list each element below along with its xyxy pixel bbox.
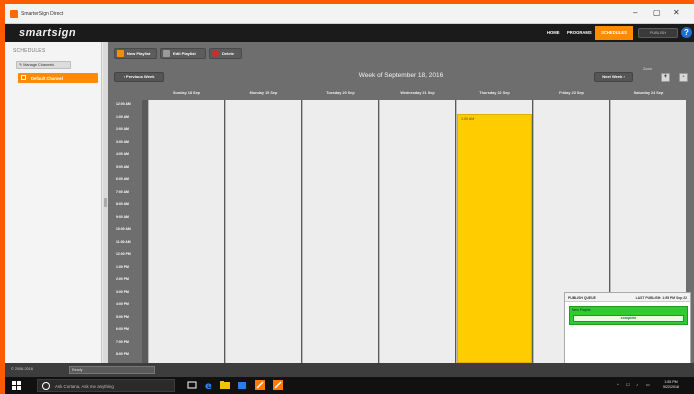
splitter-grip[interactable] — [104, 198, 107, 207]
nav-schedules[interactable]: SCHEDULES — [595, 26, 633, 40]
edge-browser-icon[interactable]: e — [204, 380, 214, 392]
previous-week-button[interactable]: ‹ Previous Week — [114, 72, 164, 82]
time-label: 3:00 AM — [116, 139, 129, 144]
volume-icon[interactable]: ♪ — [636, 382, 638, 387]
sidebar-item-label: Default Channel — [31, 75, 63, 81]
publish-queue-header: PUBLISH QUEUE LAST PUBLISH: 1:55 PM Sep … — [565, 293, 690, 302]
copyright-text: © 2006-2016 — [11, 367, 34, 371]
smartersign-second-icon[interactable] — [273, 380, 283, 390]
delete-icon — [212, 50, 219, 57]
edit-icon — [163, 50, 170, 57]
time-label: 4:00 PM — [116, 302, 129, 306]
app-logo: smartsign — [19, 27, 77, 39]
network-icon[interactable]: ☐ — [626, 382, 630, 387]
add-icon — [117, 50, 124, 57]
minimize-button[interactable]: – — [633, 8, 637, 18]
time-label: 1:00 AM — [116, 114, 129, 119]
next-week-button[interactable]: Next Week › — [594, 72, 633, 82]
day-column[interactable] — [302, 100, 378, 363]
time-label: 11:00 AM — [116, 239, 131, 244]
publish-queue-panel: PUBLISH QUEUE LAST PUBLISH: 1:55 PM Sep … — [564, 292, 691, 372]
help-icon[interactable]: ? — [681, 27, 692, 38]
publish-button[interactable]: PUBLISH — [638, 28, 678, 38]
sidebar-item-default-channel[interactable]: Default Channel — [18, 73, 98, 83]
schedules-sidebar: SCHEDULES ✎ Manage Channels Default Chan… — [5, 42, 102, 363]
day-header: Tuesday 20 Sep — [326, 91, 355, 95]
playlist-event-block[interactable]: 1:00 AM — [457, 113, 532, 363]
nav-programs[interactable]: PROGRAMS — [567, 30, 592, 35]
status-bar: © 2006-2016 Ready — [5, 363, 694, 377]
time-label: 5:00 AM — [116, 164, 129, 169]
channel-icon — [21, 75, 26, 80]
store-icon[interactable] — [237, 380, 247, 390]
time-label: 7:00 PM — [116, 339, 129, 344]
publish-status: complete — [620, 316, 637, 320]
day-header: Sunday 18 Sep — [172, 91, 200, 95]
time-label: 8:00 PM — [116, 352, 129, 356]
edit-playlist-button[interactable]: Edit Playlist — [160, 48, 206, 59]
sidebar-title: SCHEDULES — [13, 48, 46, 54]
time-label: 2:00 AM — [116, 127, 129, 131]
application-window: SmarterSign Direct – ▢ ✕ smartsign HOME … — [5, 4, 694, 394]
day-column[interactable] — [148, 100, 224, 363]
empty-slot[interactable] — [457, 100, 532, 113]
window-title: SmarterSign Direct — [21, 11, 64, 17]
time-label: 9:00 AM — [116, 214, 129, 219]
new-playlist-button[interactable]: New Playlist — [114, 48, 157, 59]
windows-taskbar: Ask Cortana, Ask me anything e ^ ☐ ♪ ▭ 1… — [5, 377, 694, 394]
time-label: 1:00 PM — [116, 264, 129, 269]
publish-queue-title: PUBLISH QUEUE — [568, 295, 596, 300]
day-column[interactable] — [225, 100, 301, 363]
time-column: 12:00 AM 1:00 AM 2:00 AM 3:00 AM 4:00 AM 5:00… — [114, 100, 142, 363]
day-header: Monday 19 Sep — [249, 91, 278, 95]
day-column[interactable] — [379, 100, 455, 363]
zoom-in-button[interactable]: + — [661, 73, 670, 82]
time-label: 6:00 PM — [116, 327, 129, 331]
app-icon — [10, 10, 18, 18]
chevron-right-icon: › — [622, 74, 625, 79]
smartersign-taskbar-icon[interactable] — [255, 380, 265, 390]
tray-chevron-icon[interactable]: ^ — [617, 382, 619, 387]
status-field: Ready — [69, 366, 155, 374]
publish-progress-bar: complete — [573, 315, 684, 322]
zoom-out-button[interactable]: - — [679, 73, 688, 82]
time-label: 12:00 PM — [116, 252, 131, 256]
zoom-label: Zoom — [643, 67, 653, 71]
day-header: Friday 23 Sep — [559, 91, 584, 95]
file-explorer-icon[interactable] — [220, 380, 230, 390]
search-placeholder: Ask Cortana, Ask me anything — [55, 383, 114, 389]
taskbar-clock[interactable]: 1:55 PM 9/22/2016 — [663, 380, 679, 390]
day-header: Saturday 24 Sep — [633, 91, 664, 95]
time-label: 7:00 AM — [116, 189, 129, 194]
windows-start-icon[interactable] — [12, 381, 22, 391]
time-label: 3:00 PM — [116, 289, 129, 294]
last-published: LAST PUBLISH: 1:55 PM Sep 22 — [635, 295, 687, 300]
delete-button[interactable]: Delete — [209, 48, 242, 59]
notifications-icon[interactable]: ▭ — [646, 382, 650, 387]
day-header: Thursday 22 Sep — [479, 91, 510, 95]
nav-home[interactable]: HOME — [547, 30, 560, 35]
window-titlebar[interactable]: SmarterSign Direct – ▢ ✕ — [5, 4, 694, 24]
task-view-icon[interactable] — [187, 380, 197, 390]
event-start-label: 1:00 AM — [461, 116, 475, 121]
time-label: 6:00 AM — [116, 177, 129, 181]
time-label: 8:00 AM — [116, 202, 129, 206]
app-header: smartsign HOME PROGRAMS SCHEDULES PUBLIS… — [5, 24, 694, 42]
time-label: 4:00 AM — [116, 152, 129, 156]
day-header: Wednesday 21 Sep — [400, 91, 435, 95]
manage-channels-button[interactable]: ✎ Manage Channels — [16, 61, 71, 69]
cortana-search-box[interactable]: Ask Cortana, Ask me anything — [37, 379, 175, 392]
publish-queue-item: New Playlist complete — [569, 306, 688, 325]
cortana-icon — [42, 382, 50, 390]
time-label: 5:00 PM — [116, 314, 129, 319]
publish-item-name: New Playlist — [572, 308, 591, 312]
svg-text:e: e — [205, 381, 212, 390]
time-label: 12:00 AM — [116, 102, 131, 106]
time-label: 10:00 AM — [116, 227, 131, 231]
time-label: 2:00 PM — [116, 277, 129, 281]
day-column[interactable]: 1:00 AM — [456, 100, 532, 363]
close-button[interactable]: ✕ — [673, 8, 680, 18]
maximize-button[interactable]: ▢ — [653, 8, 661, 18]
